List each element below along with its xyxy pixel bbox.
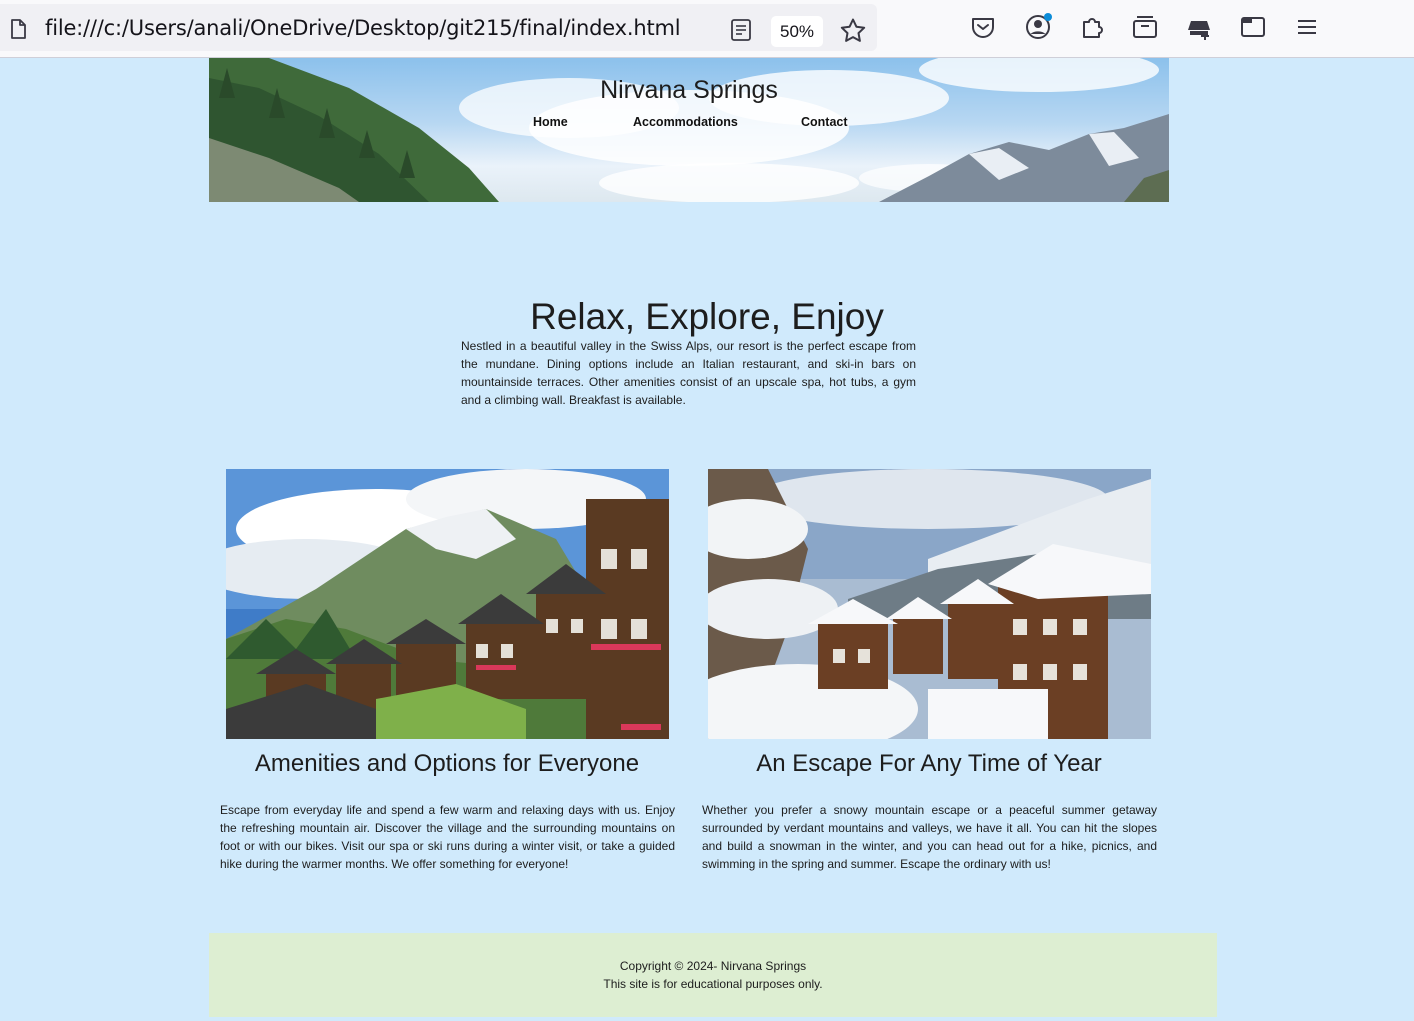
footer-copyright: Copyright © 2024- Nirvana Springs: [619, 959, 807, 973]
card-text-escape: Whether you prefer a snowy mountain esca…: [702, 803, 1157, 871]
site-header: Nirvana Springs Home Accommodations Cont…: [209, 58, 1169, 202]
card-title-escape: An Escape For Any Time of Year: [756, 750, 1102, 777]
address-bar[interactable]: file:///c:/Users/anali/OneDrive/Desktop/…: [0, 4, 877, 51]
reader-view-icon[interactable]: [729, 18, 753, 42]
hero-text: Nestled in a beautiful valley in the Swi…: [461, 339, 916, 407]
menu-icon[interactable]: [1293, 13, 1321, 41]
summer-village-image: [226, 469, 669, 739]
container-icon[interactable]: [1239, 13, 1267, 41]
hero-title: Relax, Explore, Enjoy: [530, 296, 884, 337]
site-title: Nirvana Springs: [600, 76, 778, 104]
main-nav: Home Accommodations Contact: [209, 115, 1169, 135]
bookmark-star-icon[interactable]: [839, 17, 867, 45]
browser-toolbar: file:///c:/Users/anali/OneDrive/Desktop/…: [0, 0, 1414, 58]
card-title-amenities: Amenities and Options for Everyone: [254, 750, 640, 777]
nav-home-link[interactable]: Home: [533, 115, 568, 129]
tab-tray-icon[interactable]: [1131, 13, 1159, 41]
zoom-level-button[interactable]: 50%: [771, 16, 823, 47]
extensions-icon[interactable]: [1078, 13, 1106, 41]
private-browsing-icon[interactable]: [1185, 13, 1213, 41]
nav-accommodations-link[interactable]: Accommodations: [633, 115, 738, 129]
account-icon[interactable]: [1024, 13, 1052, 41]
pocket-icon[interactable]: [969, 13, 997, 41]
site-footer: Copyright © 2024- Nirvana Springs This s…: [209, 933, 1217, 1017]
winter-village-image: [708, 469, 1151, 739]
page-icon: [11, 19, 26, 39]
url-text[interactable]: file:///c:/Users/anali/OneDrive/Desktop/…: [45, 16, 681, 40]
footer-disclaimer: This site is for educational purposes on…: [603, 977, 823, 991]
nav-contact-link[interactable]: Contact: [801, 115, 848, 129]
card-text-amenities: Escape from everyday life and spend a fe…: [220, 803, 675, 871]
